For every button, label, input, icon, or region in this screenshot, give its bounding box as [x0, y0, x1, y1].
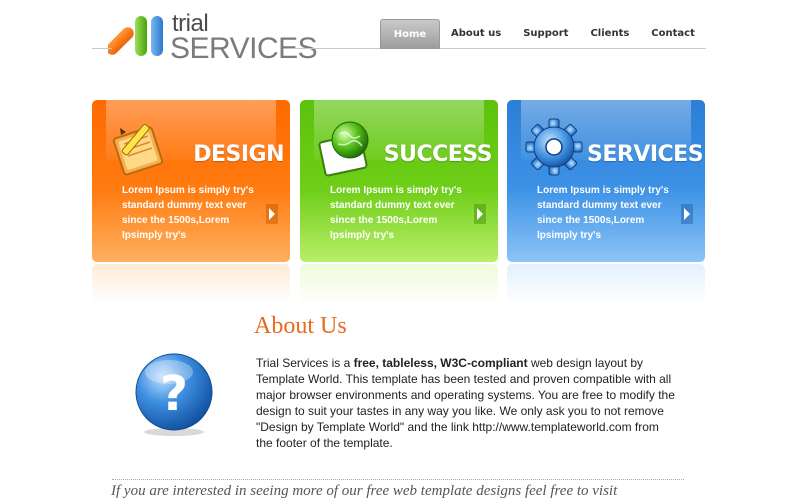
- main-nav: Home About us Support Clients Contact: [380, 19, 706, 49]
- chevron-right-icon[interactable]: [681, 204, 693, 224]
- feature-box-success[interactable]: SUCCESS Lorem Ipsum is simply try's stan…: [300, 100, 498, 262]
- box-reflection: [507, 264, 705, 304]
- feature-title: SERVICES: [587, 142, 704, 167]
- feature-title: SUCCESS: [383, 142, 493, 167]
- feature-text: Lorem Ipsum is simply try's standard dum…: [537, 185, 669, 241]
- site-logo[interactable]: trial SERVICES: [108, 10, 318, 82]
- footer-text: If you are interested in seeing more of …: [111, 483, 618, 499]
- feature-text: Lorem Ipsum is simply try's standard dum…: [330, 185, 462, 241]
- nav-about-us[interactable]: About us: [440, 19, 512, 48]
- gear-icon: [525, 118, 583, 176]
- nav-support[interactable]: Support: [512, 19, 579, 48]
- chevron-right-icon[interactable]: [266, 204, 278, 224]
- nav-home[interactable]: Home: [380, 19, 440, 49]
- nav-clients[interactable]: Clients: [579, 19, 640, 48]
- about-text: Trial Services is a free, tableless, W3C…: [256, 355, 676, 451]
- globe-frame-icon: [318, 121, 369, 177]
- about-text-highlight: free, tableless, W3C-compliant: [353, 356, 528, 370]
- nav-contact[interactable]: Contact: [640, 19, 706, 48]
- footer-divider: [112, 479, 684, 480]
- about-text-body: web design layout by Template World. Thi…: [256, 356, 675, 450]
- about-title: About Us: [254, 313, 347, 339]
- header-divider-left: [92, 48, 112, 49]
- feature-box-services[interactable]: SERVICES Lorem Ipsum is simply try's sta…: [507, 100, 705, 262]
- pencil-notepad-icon: [112, 123, 164, 176]
- box-reflection: [300, 264, 498, 304]
- svg-text:?: ?: [160, 366, 188, 422]
- chevron-right-icon[interactable]: [474, 204, 486, 224]
- about-text-intro: Trial Services is a: [256, 356, 354, 370]
- feature-text: Lorem Ipsum is simply try's standard dum…: [122, 185, 254, 241]
- logo-text-services: SERVICES: [170, 32, 318, 65]
- logo-bars-icon: [108, 16, 163, 56]
- feature-box-design[interactable]: DESIGN Lorem Ipsum is simply try's stand…: [92, 100, 290, 262]
- box-reflection: [92, 264, 290, 304]
- question-mark-icon: ?: [135, 353, 213, 436]
- feature-title: DESIGN: [193, 142, 284, 167]
